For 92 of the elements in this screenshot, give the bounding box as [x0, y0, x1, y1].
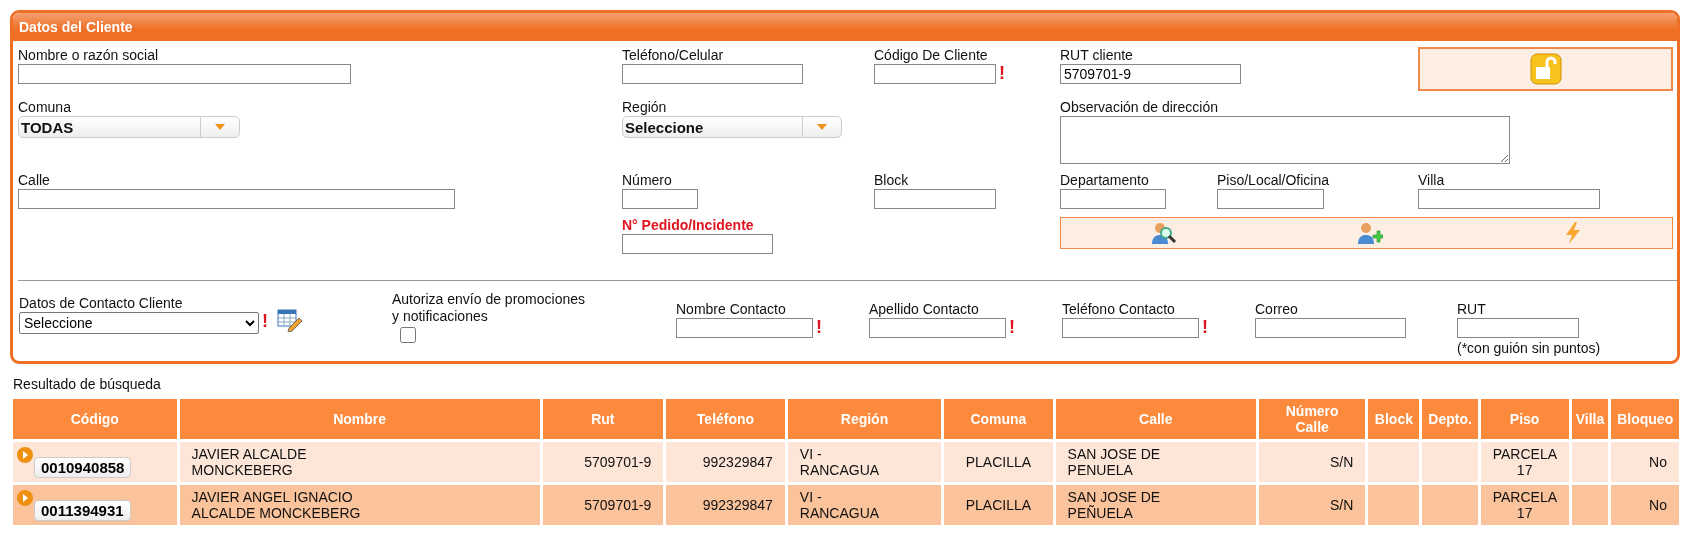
field-label: Región [622, 99, 667, 116]
code-button[interactable]: 0010940858 [34, 456, 132, 478]
table-cell: JAVIER ALCALDE MONCKEBERG [179, 442, 540, 482]
required-mark: ! [262, 312, 268, 330]
required-mark: ! [999, 64, 1005, 82]
field-label: Código De Cliente [874, 47, 988, 64]
text-field[interactable] [676, 318, 813, 338]
text-field[interactable] [622, 189, 698, 209]
play-icon[interactable] [17, 446, 33, 463]
column-header: Número Calle [1259, 399, 1366, 439]
table-cell: VI - RANCAGUA [787, 442, 942, 482]
field-label: Observación de dirección [1060, 99, 1218, 116]
table-cell: VI - RANCAGUA [787, 485, 942, 525]
column-header: Comuna [944, 399, 1053, 439]
table-cell: 992329847 [666, 442, 785, 482]
table-cell: SAN JOSE DE PEÑUELA [1055, 485, 1256, 525]
column-header: Rut [542, 399, 664, 439]
field-label: Nombre o razón social [18, 47, 159, 64]
text-field[interactable] [869, 318, 1006, 338]
table-cell: 992329847 [666, 485, 785, 525]
field-label: Calle [18, 172, 50, 189]
field-label: Teléfono/Celular [622, 47, 724, 64]
table-cell: PARCELA 17 [1480, 485, 1569, 525]
table-cell: JAVIER ANGEL IGNACIO ALCALDE MONCKEBERG [179, 485, 540, 525]
field-label: Piso/Local/Oficina [1217, 172, 1330, 189]
column-header: Depto. [1422, 399, 1478, 439]
text-field[interactable] [18, 64, 351, 84]
field-label: Autoriza envío de promociones y notificaciones [392, 291, 586, 325]
required-mark: ! [1202, 318, 1208, 336]
column-header: Calle [1055, 399, 1256, 439]
table-cell: PARCELA 17 [1480, 442, 1569, 482]
column-header: Piso [1480, 399, 1569, 439]
table-cell: 5709701-9 [542, 485, 664, 525]
field-label: RUT [1457, 301, 1486, 318]
text-field[interactable] [1217, 189, 1324, 209]
caret-icon [214, 123, 226, 131]
text-field[interactable] [1418, 189, 1600, 209]
text-field[interactable] [1060, 189, 1166, 209]
code-button[interactable]: 0011394931 [34, 499, 131, 521]
results-title: Resultado de búsqueda [13, 376, 162, 392]
column-header: Región [787, 399, 942, 439]
table-cell: PLACILLA [944, 442, 1053, 482]
field-label: Datos de Contacto Cliente [19, 295, 183, 312]
field-label: N° Pedido/Incidente [622, 217, 754, 234]
add-user-icon[interactable] [1357, 221, 1384, 245]
text-field[interactable] [874, 189, 996, 209]
column-header: Block [1368, 399, 1420, 439]
table-cell: 5709701-9 [542, 442, 664, 482]
field-label: Correo [1255, 301, 1298, 318]
field-label: Nombre Contacto [676, 301, 786, 318]
panel-title: Datos del Cliente [13, 13, 1677, 41]
field-label: Departamento [1060, 172, 1149, 189]
table-cell: No [1611, 485, 1679, 525]
combo-box[interactable]: TODAS [18, 116, 240, 138]
column-header: Código [13, 399, 177, 439]
required-mark: ! [816, 318, 822, 336]
column-header: Teléfono [666, 399, 785, 439]
table-cell: No [1611, 442, 1679, 482]
text-field[interactable] [1457, 318, 1579, 338]
caret-icon [816, 123, 828, 131]
required-mark: ! [1009, 318, 1015, 336]
field-label: Teléfono Contacto [1062, 301, 1175, 318]
field-label: Block [874, 172, 909, 189]
search-user-icon[interactable] [1151, 221, 1178, 245]
text-field[interactable]: 5709701-9 [1060, 64, 1241, 84]
text-area[interactable] [1060, 116, 1510, 164]
padlock-icon [1529, 53, 1562, 85]
text-field[interactable] [18, 189, 455, 209]
field-label: RUT cliente [1060, 47, 1133, 64]
text-field[interactable] [874, 64, 996, 84]
table-cell: S/N [1259, 485, 1366, 525]
table-cell: S/N [1259, 442, 1366, 482]
field-label: Número [622, 172, 672, 189]
hint-text: (*con guión sin puntos) [1457, 340, 1601, 356]
play-icon[interactable] [17, 489, 33, 506]
column-header: Bloqueo [1611, 399, 1679, 439]
lock-button[interactable] [1418, 47, 1673, 91]
text-field[interactable] [1062, 318, 1199, 338]
text-field[interactable] [622, 234, 773, 254]
table-edit-icon[interactable] [277, 308, 303, 332]
checkbox[interactable] [400, 327, 416, 343]
text-field[interactable] [1255, 318, 1406, 338]
combo-box[interactable]: Seleccione [622, 116, 842, 138]
table-cell: SAN JOSE DE PENUELA [1055, 442, 1256, 482]
field-label: Apellido Contacto [869, 301, 979, 318]
field-label: Villa [1418, 172, 1445, 189]
column-header: Villa [1571, 399, 1609, 439]
field-label: Comuna [18, 99, 71, 116]
column-header: Nombre [179, 399, 540, 439]
contact-select[interactable]: Seleccione [19, 312, 259, 334]
table-cell: PLACILLA [944, 485, 1053, 525]
text-field[interactable] [622, 64, 803, 84]
